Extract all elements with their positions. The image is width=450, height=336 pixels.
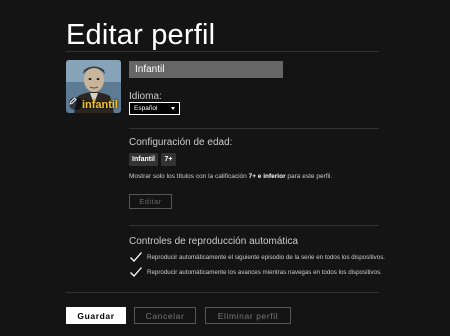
footer-divider [66,292,379,293]
language-selected-value: Español [134,105,158,112]
language-label: Idioma: [129,91,162,102]
autoplay-previews-option[interactable]: Reproducir automáticamente los avances m… [129,265,382,279]
autoplay-next-episode-label: Reproducir automáticamente el siguiente … [147,253,386,261]
cancel-button[interactable]: Cancelar [134,307,196,324]
page-title: Editar perfil [66,19,216,51]
maturity-divider [129,225,379,226]
maturity-description-prefix: Mostrar solo los títulos con la califica… [129,173,249,180]
language-select[interactable]: Español [129,102,180,115]
edit-maturity-button[interactable]: Editar [129,194,172,209]
profile-name-input[interactable] [129,61,283,78]
save-button[interactable]: Guardar [66,307,126,324]
header-divider [66,51,379,52]
maturity-tag: Infantil [129,153,158,166]
maturity-description: Mostrar solo los títulos con la califica… [129,173,332,180]
autoplay-next-episode-option[interactable]: Reproducir automáticamente el siguiente … [129,250,385,264]
avatar-label: infantil [81,99,118,111]
checkmark-icon[interactable] [129,251,143,263]
maturity-rating-tag: 7+ [161,153,176,166]
maturity-label: Configuración de edad: [129,137,233,148]
profile-avatar[interactable]: infantil [66,60,121,113]
language-divider [129,128,379,129]
autoplay-previews-label: Reproducir automáticamente los avances m… [147,268,382,276]
maturity-description-suffix: para este perfil. [285,173,333,180]
checkmark-icon[interactable] [129,266,143,278]
edit-avatar-icon[interactable] [69,97,82,110]
chevron-down-icon [171,107,175,110]
autoplay-label: Controles de reproducción automática [129,236,298,247]
delete-profile-button[interactable]: Eliminar perfil [205,307,291,324]
maturity-description-bold: 7+ e inferior [248,173,286,180]
